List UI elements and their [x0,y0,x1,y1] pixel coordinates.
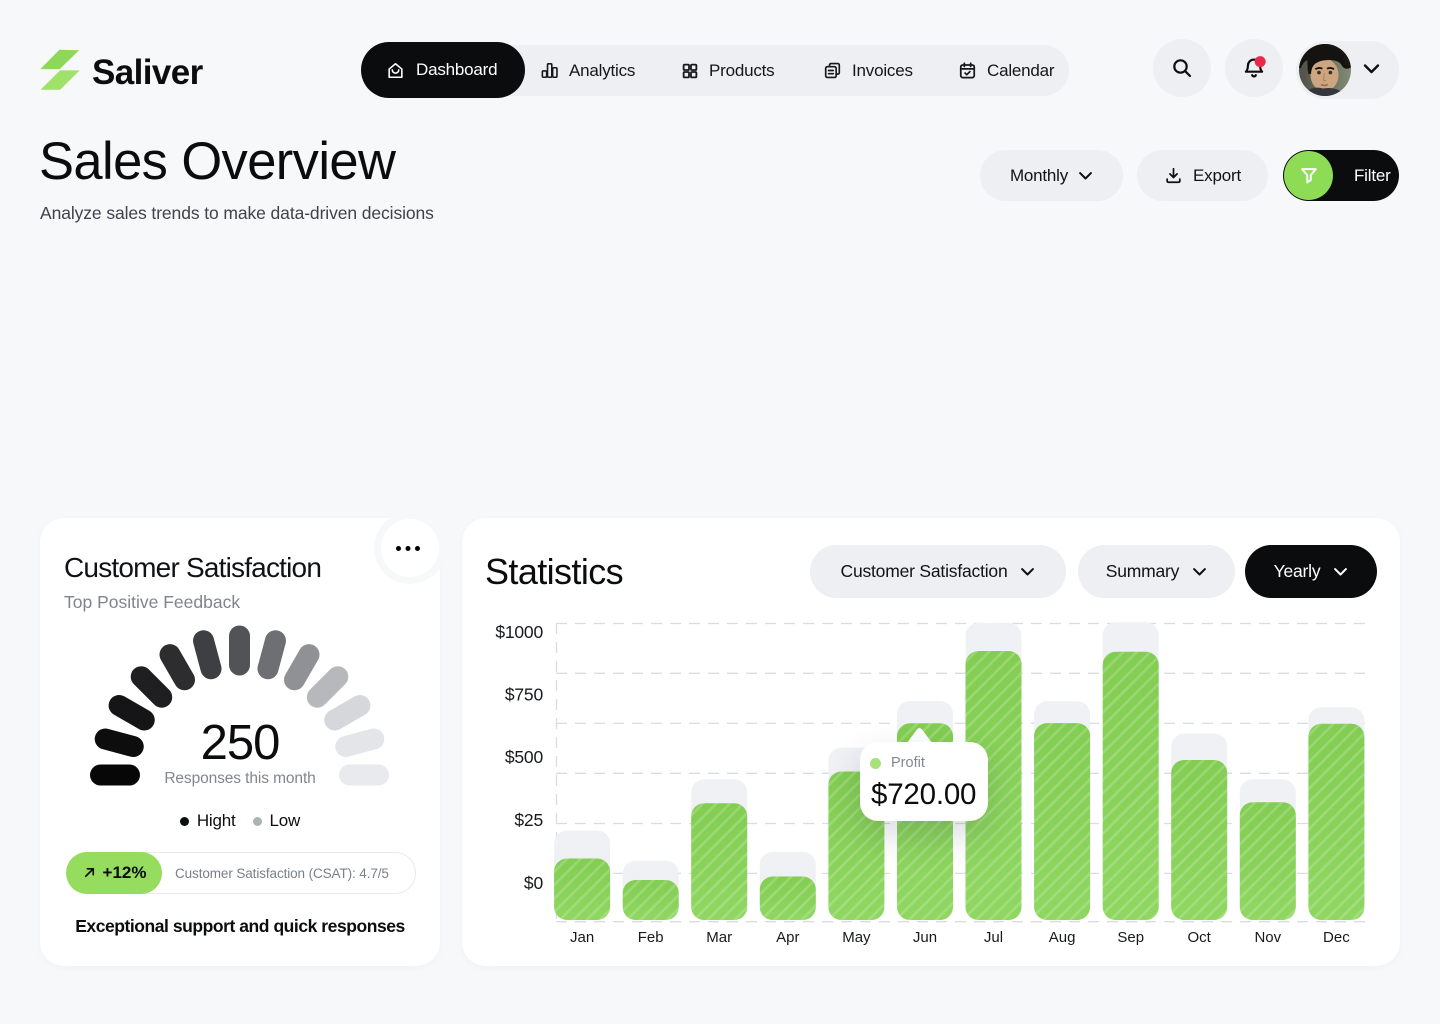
svg-text:Jun: Jun [913,929,937,946]
svg-text:Jul: Jul [984,929,1003,946]
svg-text:$0: $0 [524,873,544,893]
svg-text:Mar: Mar [706,929,732,946]
svg-text:Jan: Jan [570,929,594,946]
svg-text:Nov: Nov [1254,929,1281,946]
svg-text:$500: $500 [505,747,544,767]
svg-text:May: May [842,929,871,946]
svg-text:Sep: Sep [1117,929,1144,946]
svg-text:$750: $750 [505,685,544,705]
svg-text:$25: $25 [514,810,543,830]
svg-text:Feb: Feb [638,929,664,946]
svg-text:Dec: Dec [1323,929,1350,946]
svg-text:Aug: Aug [1049,929,1076,946]
svg-text:Oct: Oct [1188,929,1212,946]
svg-text:$1000: $1000 [495,622,543,642]
svg-text:Apr: Apr [776,929,799,946]
